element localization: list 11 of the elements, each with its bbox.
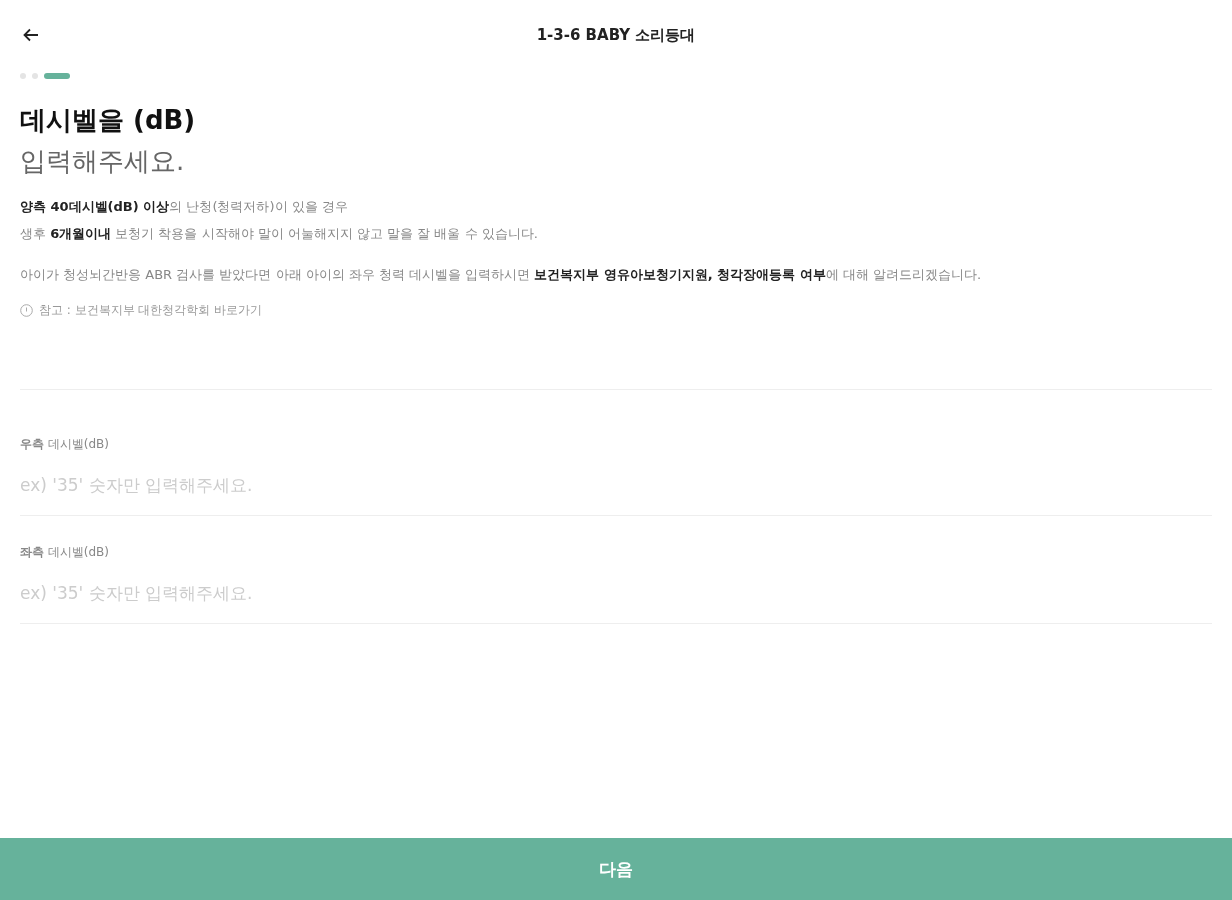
heading-subtitle: 입력해주세요. — [20, 145, 186, 178]
reference-link[interactable]: 참고 : 보건복지부 대한청각학회 바로가기 — [39, 302, 263, 319]
info-icon — [20, 304, 33, 317]
next-button[interactable]: 다음 — [0, 838, 1232, 900]
info-paragraph: 양측 40데시벨(dB) 이상의 난청(청력저하)이 있을 경우 생후 6개월이내 보청기 착용을 시작해야 말이 어눌해지지 않고 말을 잘 배울 수 있습니다. — [20, 198, 539, 243]
page-title: 1-3-6 BABY 소리등대 — [536, 25, 696, 45]
field-label: 우측 데시벨(dB) — [20, 436, 111, 453]
info-paragraph: 아이가 청성뇌간반응 ABR 검사를 받았다면 아래 아이의 좌우 청력 데시벨을 입력하시면 보건복지부 영유아보청기지원, 청각장애등록 여부에 대해 알려드리겠습니다. — [20, 266, 983, 284]
heading-title: 데시벨을 (dB) — [20, 104, 197, 137]
field-label: 좌측 데시벨(dB) — [20, 544, 111, 561]
back-arrow-icon — [22, 26, 40, 44]
